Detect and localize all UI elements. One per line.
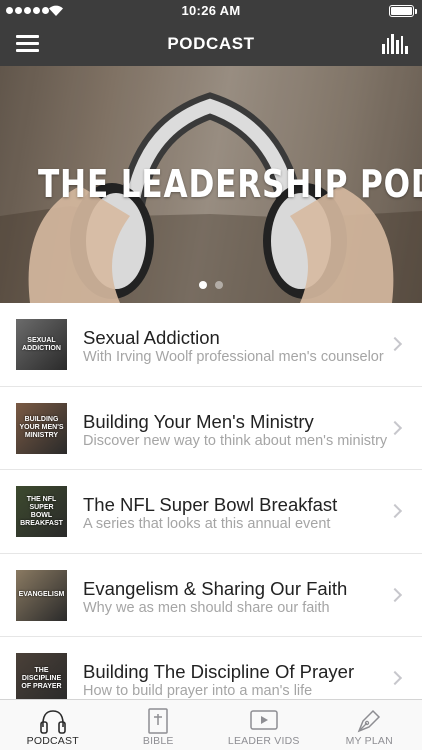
pager-dot-1[interactable] [199, 281, 207, 289]
episode-thumbnail: Evangelism [16, 569, 67, 621]
episode-thumbnail-label: The NFL Super Bowl Breakfast [20, 495, 63, 527]
pager-dot-2[interactable] [215, 281, 223, 289]
episode-title: Building Your Men's Ministry [83, 410, 314, 432]
battery-icon [389, 5, 417, 17]
episode-thumbnail: The NFL Super Bowl Breakfast [16, 486, 67, 537]
video-play-icon [250, 710, 278, 730]
navigation-bar: PODCAST [0, 22, 422, 66]
headphones-icon [39, 710, 66, 734]
episode-thumbnail: Building Your Men's Ministry [16, 402, 67, 454]
chevron-right-icon [387, 503, 403, 519]
chevron-right-icon [387, 336, 403, 352]
chevron-right-icon [387, 670, 403, 686]
episode-thumbnail: Sexual Addiction [16, 319, 67, 370]
tab-label: BIBLE [142, 735, 174, 747]
bible-icon [148, 708, 168, 734]
episode-title: Building The Discipline Of Prayer [83, 661, 355, 682]
pen-nib-icon [357, 709, 381, 733]
episode-row[interactable]: Building Your Men's Ministry Building You… [0, 387, 422, 470]
hero-title: THE LEADERSHIP PODCAST [37, 162, 422, 206]
episode-title: Evangelism & Sharing Our Faith [83, 577, 348, 599]
tab-label: MY PLAN [345, 735, 393, 747]
episode-subtitle: Discover new way to think about men's mi… [83, 432, 387, 449]
tab-label: PODCAST [26, 735, 79, 747]
episode-row[interactable]: Evangelism Evangelism & Sharing Our Faith… [0, 554, 422, 637]
episode-row[interactable]: The NFL Super Bowl Breakfast The NFL Supe… [0, 470, 422, 554]
tab-leader-vids[interactable]: LEADER VIDS [211, 700, 317, 750]
hero-banner[interactable]: THE LEADERSHIP PODCAST [0, 66, 422, 303]
episode-subtitle: A series that looks at this annual event [83, 516, 331, 532]
episode-subtitle: With Irving Woolf professional men's cou… [83, 349, 384, 365]
episode-thumbnail: The Discipline of Prayer [16, 653, 67, 699]
episode-thumbnail-label: Building Your Men's Ministry [19, 416, 64, 439]
carousel-pager [0, 281, 422, 289]
episode-thumbnail-label: Evangelism [18, 591, 65, 598]
episode-subtitle: Why we as men should share our faith [83, 599, 330, 616]
episode-list: Sexual Addiction Sexual Addiction With Irv… [0, 303, 422, 699]
tab-my-plan[interactable]: MY PLAN [317, 700, 422, 750]
tab-podcast[interactable]: PODCAST [0, 700, 106, 750]
tab-bible[interactable]: BIBLE [106, 700, 212, 750]
chevron-right-icon [387, 420, 403, 435]
episode-thumbnail-label: The Discipline of Prayer [21, 666, 62, 690]
page-title: PODCAST [167, 34, 255, 53]
audio-levels-icon[interactable] [382, 34, 409, 54]
tab-label: LEADER VIDS [227, 735, 300, 747]
status-time: 10:26 AM [181, 3, 241, 18]
episode-title: Sexual Addiction [83, 327, 220, 348]
episode-row[interactable]: Sexual Addiction Sexual Addiction With Irv… [0, 303, 422, 387]
chevron-right-icon [387, 587, 403, 602]
status-bar: 10:26 AM [0, 0, 422, 22]
episode-title: The NFL Super Bowl Breakfast [83, 494, 338, 515]
episode-thumbnail-label: Sexual Addiction [22, 336, 61, 352]
episode-subtitle: How to build prayer into a man's life [83, 683, 313, 699]
episode-row[interactable]: The Discipline of Prayer Building The Dis… [0, 637, 422, 699]
tab-bar: PODCAST BIBLE LEADER VIDS MY PLAN [0, 699, 422, 750]
